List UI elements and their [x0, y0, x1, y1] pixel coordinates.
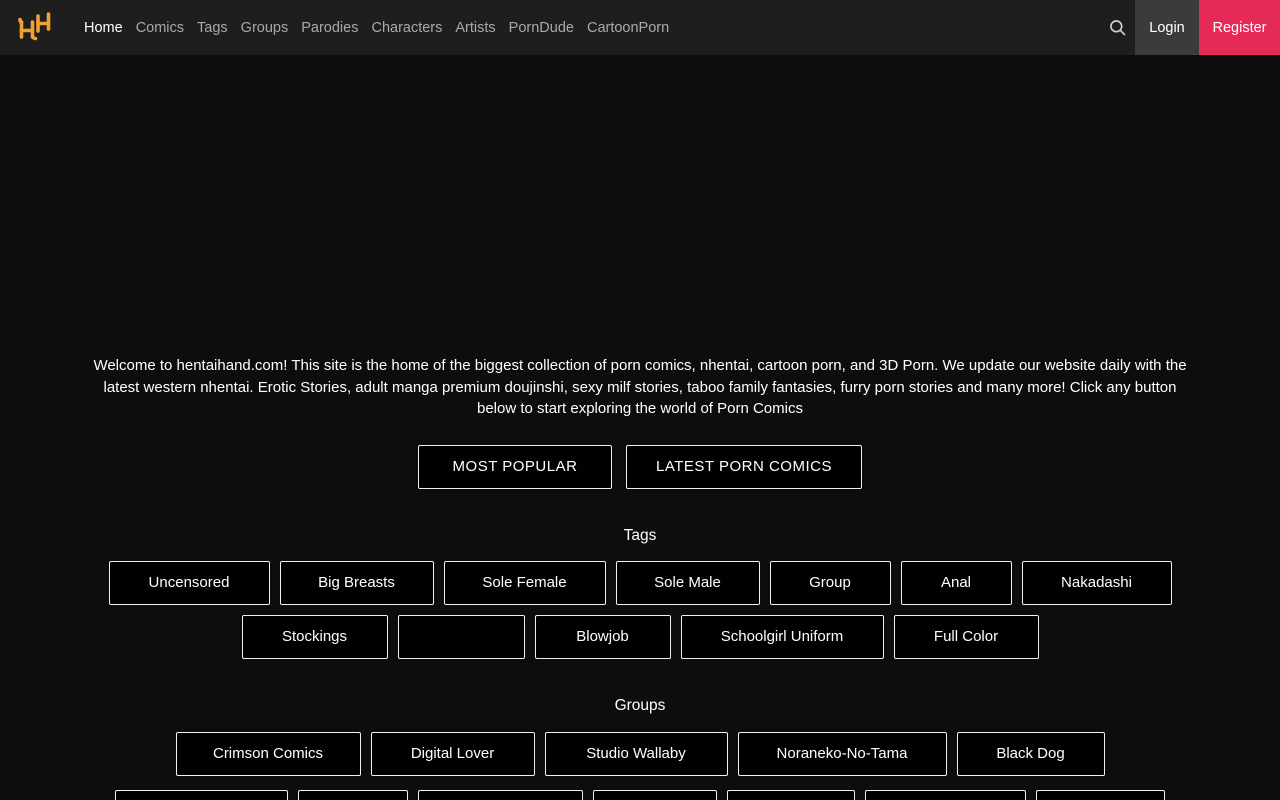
nav-actions: Login Register: [1099, 0, 1280, 55]
top-nav: Home Comics Tags Groups Parodies Characters Ar…: [0, 0, 1280, 55]
group-button[interactable]: [115, 789, 288, 800]
hh-monogram-icon: [18, 11, 51, 40]
tag-button[interactable]: Anal: [900, 560, 1012, 605]
tags-row-2: Stockings Blowjob Schoolgirl Uniform Full C…: [0, 614, 1280, 659]
primary-nav: Home Comics Tags Groups Parodies Characters Ar…: [84, 20, 669, 36]
group-button[interactable]: Studio Wallaby: [544, 731, 728, 776]
welcome-text: Welcome to hentaihand.com! This site is …: [93, 357, 1187, 417]
register-button[interactable]: Register: [1199, 0, 1280, 55]
group-button[interactable]: [1036, 789, 1165, 800]
tag-button[interactable]: Sole Male: [615, 560, 760, 605]
group-button[interactable]: Digital Lover: [370, 731, 535, 776]
main-content: Welcome to hentaihand.com! This site is …: [0, 355, 1280, 800]
nav-link[interactable]: PornDude: [509, 20, 574, 36]
groups-row-1: Crimson Comics Digital Lover Studio Wallab…: [0, 731, 1280, 776]
group-button[interactable]: Crimson Comics: [175, 731, 361, 776]
nav-link[interactable]: CartoonPorn: [587, 20, 669, 36]
login-button[interactable]: Login: [1135, 0, 1199, 55]
tag-button[interactable]: Stockings: [241, 614, 388, 659]
tags-heading: Tags: [623, 526, 657, 544]
cta-button[interactable]: LATEST PORN COMICS: [626, 444, 862, 489]
tag-button[interactable]: Group: [769, 560, 891, 605]
site-logo[interactable]: [14, 9, 54, 47]
tag-button[interactable]: [397, 614, 525, 659]
search-icon[interactable]: [1099, 0, 1135, 55]
nav-link[interactable]: Characters: [371, 20, 442, 36]
group-button[interactable]: [727, 789, 855, 800]
group-button[interactable]: Black Dog: [956, 731, 1105, 776]
tags-row-1: Uncensored Big Breasts Sole Female Sole Mal…: [0, 560, 1280, 605]
tag-button[interactable]: Sole Female: [443, 560, 606, 605]
group-button[interactable]: [593, 789, 717, 800]
tag-button[interactable]: Blowjob: [534, 614, 671, 659]
groups-row-2: [0, 789, 1280, 800]
group-button[interactable]: Noraneko-No-Tama: [737, 731, 947, 776]
nav-link[interactable]: Tags: [197, 20, 228, 36]
groups-heading: Groups: [614, 696, 666, 714]
magnifier-glyph: [1109, 20, 1125, 36]
tag-button[interactable]: Uncensored: [108, 560, 270, 605]
group-button[interactable]: [418, 789, 583, 800]
cta-row: MOST POPULAR LATEST PORN COMICS: [0, 444, 1280, 489]
nav-link[interactable]: Groups: [241, 20, 289, 36]
tag-button[interactable]: Schoolgirl Uniform: [680, 614, 884, 659]
nav-link[interactable]: Parodies: [301, 20, 358, 36]
tag-button[interactable]: Full Color: [893, 614, 1039, 659]
nav-link[interactable]: Artists: [455, 20, 495, 36]
nav-link[interactable]: Home: [84, 20, 123, 36]
cta-button[interactable]: MOST POPULAR: [418, 444, 612, 489]
tag-button[interactable]: Nakadashi: [1021, 560, 1172, 605]
group-button[interactable]: [865, 789, 1026, 800]
group-button[interactable]: [298, 789, 408, 800]
tag-button[interactable]: Big Breasts: [279, 560, 434, 605]
nav-link[interactable]: Comics: [136, 20, 184, 36]
